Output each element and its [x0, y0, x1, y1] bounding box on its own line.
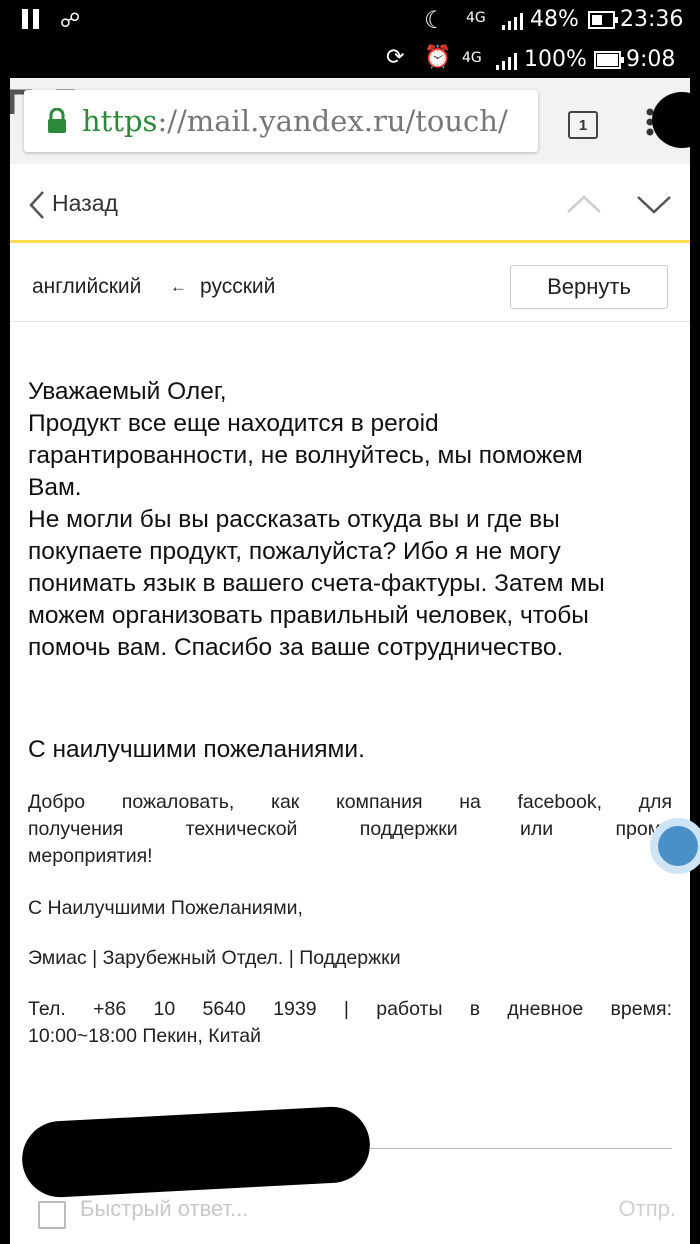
address-bar[interactable]: https://mail.yandex.ru/touch/: [24, 90, 538, 152]
revert-translation-button[interactable]: Вернуть: [510, 265, 668, 309]
url-text: https://mail.yandex.ru/touch/: [82, 104, 508, 138]
target-language[interactable]: русский: [200, 275, 275, 299]
outer-signal-icon: [502, 13, 523, 30]
chevron-up-icon[interactable]: [566, 194, 602, 214]
outer-status-bar: ☍ ☾ 4G 48% 23:36: [0, 0, 700, 40]
tab-count: 1: [578, 116, 588, 134]
back-button[interactable]: Назад: [10, 170, 160, 240]
translation-bar: английский ← русский Вернуть: [10, 253, 690, 322]
chevron-left-icon: [29, 191, 44, 219]
floating-assistant-button[interactable]: [650, 818, 700, 874]
mail-nav-bar: Назад: [10, 170, 690, 243]
inner-signal-icon: [496, 53, 517, 70]
inner-battery-percent: 100%: [524, 47, 587, 72]
message-line: понимать язык в вашего счета-фактуры. За…: [28, 570, 605, 597]
message-line: можем организовать правильный человек, ч…: [28, 602, 589, 629]
signature: Эмиас | Зарубежный Отдел. | Поддержки: [28, 947, 401, 969]
outer-battery-percent: 48%: [530, 7, 579, 32]
contact-line: Тел. +86 10 5640 1939 | работы в дневное…: [28, 998, 672, 1020]
quick-reply-input[interactable]: Быстрый ответ...: [80, 1196, 249, 1222]
chevron-down-icon[interactable]: [636, 194, 672, 214]
mail-screen: https://mail.yandex.ru/touch/ 1 Назад ан…: [10, 78, 700, 1244]
link-icon: ☍: [60, 8, 81, 32]
message-line: Вам.: [28, 474, 82, 501]
outer-network-label: 4G: [466, 10, 486, 26]
back-label: Назад: [52, 190, 118, 216]
message-line: Не могли бы вы рассказать откуда вы и гд…: [28, 506, 560, 533]
redaction-blot: [652, 92, 700, 148]
send-button[interactable]: Отпр.: [619, 1196, 676, 1222]
floating-button-core: [658, 826, 698, 866]
outer-battery-icon: [588, 11, 618, 29]
lock-icon: [48, 108, 66, 133]
inner-battery-icon: [594, 51, 624, 69]
attach-checkbox[interactable]: [38, 1201, 66, 1229]
source-language[interactable]: английский: [32, 275, 141, 299]
signoff: С Наилучшими Пожеланиями,: [28, 897, 303, 919]
message-line: Продукт все еще находится в peroid: [28, 410, 439, 437]
do-not-disturb-icon: ☾: [424, 6, 446, 34]
welcome-line: Добро пожаловать, как компания на facebo…: [28, 791, 672, 813]
message-line: Уважаемый Олег,: [28, 378, 227, 405]
welcome-line: получения технической поддержки или пром…: [28, 818, 672, 840]
inner-network-label: 4G: [462, 50, 482, 66]
pause-icon: [22, 9, 39, 29]
message-line: гарантированности, не волнуйтесь, мы пом…: [28, 442, 583, 469]
inner-status-bar: ⟳ ⏰ 4G 100% 9:08: [10, 40, 690, 78]
browser-toolbar: https://mail.yandex.ru/touch/ 1: [10, 78, 700, 164]
message-line: помочь вам. Спасибо за ваше сотрудничест…: [28, 634, 564, 661]
rotate-icon: ⟳: [386, 45, 405, 70]
alarm-icon: ⏰: [424, 45, 452, 70]
outer-clock: 23:36: [620, 7, 684, 32]
inner-clock: 9:08: [626, 47, 676, 72]
welcome-line: мероприятия!: [28, 845, 153, 867]
contact-line: 10:00~18:00 Пекин, Китай: [28, 1025, 261, 1047]
message-line: покупаете продукт, пожалуйста? Ибо я не …: [28, 538, 561, 565]
tab-switcher-button[interactable]: 1: [568, 111, 598, 139]
message-closing: С наилучшими пожеланиями.: [28, 736, 365, 763]
translate-arrow-icon: ←: [170, 277, 187, 296]
